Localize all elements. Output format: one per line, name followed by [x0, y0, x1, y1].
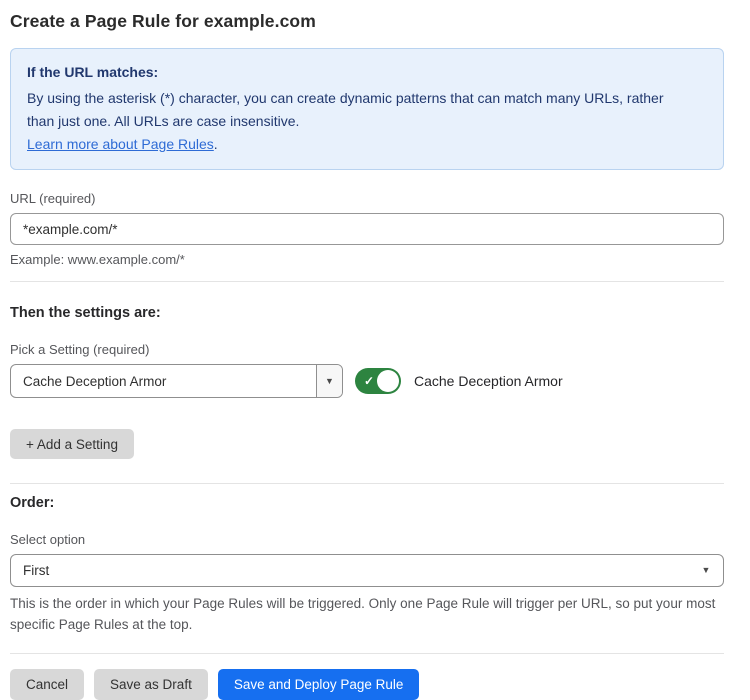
link-suffix: .: [214, 136, 218, 152]
save-as-draft-button[interactable]: Save as Draft: [94, 669, 208, 700]
form-actions: Cancel Save as Draft Save and Deploy Pag…: [10, 669, 724, 700]
setting-picker-label: Pick a Setting (required): [10, 342, 724, 357]
setting-toggle[interactable]: ✓: [355, 368, 401, 394]
divider: [10, 483, 724, 484]
setting-select-arrow-button[interactable]: ▼: [316, 365, 342, 397]
chevron-down-icon: ▼: [325, 377, 334, 386]
order-helper-text: This is the order in which your Page Rul…: [10, 593, 716, 635]
settings-section-heading: Then the settings are:: [10, 305, 724, 321]
order-section-heading: Order:: [10, 495, 724, 511]
url-field-label: URL (required): [10, 191, 724, 206]
save-and-deploy-button[interactable]: Save and Deploy Page Rule: [218, 669, 420, 700]
toggle-knob: [377, 370, 399, 392]
setting-toggle-label: Cache Deception Armor: [414, 373, 563, 389]
page-title: Create a Page Rule for example.com: [10, 11, 724, 32]
chevron-down-icon: ▼: [702, 566, 711, 575]
add-setting-button[interactable]: + Add a Setting: [10, 429, 134, 459]
url-match-info-box: If the URL matches: By using the asteris…: [10, 48, 724, 170]
check-icon: ✓: [364, 375, 374, 387]
url-field-helper: Example: www.example.com/*: [10, 252, 724, 267]
url-input[interactable]: [10, 213, 724, 245]
learn-more-link[interactable]: Learn more about Page Rules: [27, 136, 214, 152]
setting-select[interactable]: Cache Deception Armor ▼: [10, 364, 343, 398]
divider: [10, 281, 724, 282]
info-box-body: By using the asterisk (*) character, you…: [27, 87, 677, 133]
setting-row: Cache Deception Armor ▼ ✓ Cache Deceptio…: [10, 364, 724, 398]
info-box-link-line: Learn more about Page Rules.: [27, 133, 707, 156]
info-box-heading: If the URL matches:: [27, 61, 707, 84]
order-select-arrow: ▼: [689, 555, 723, 586]
cancel-button[interactable]: Cancel: [10, 669, 84, 700]
order-select-label: Select option: [10, 532, 724, 547]
setting-select-value: Cache Deception Armor: [11, 374, 316, 389]
order-select-value: First: [11, 563, 689, 578]
divider: [10, 653, 724, 654]
order-select[interactable]: First ▼: [10, 554, 724, 587]
page-rule-form: Create a Page Rule for example.com If th…: [0, 0, 750, 700]
